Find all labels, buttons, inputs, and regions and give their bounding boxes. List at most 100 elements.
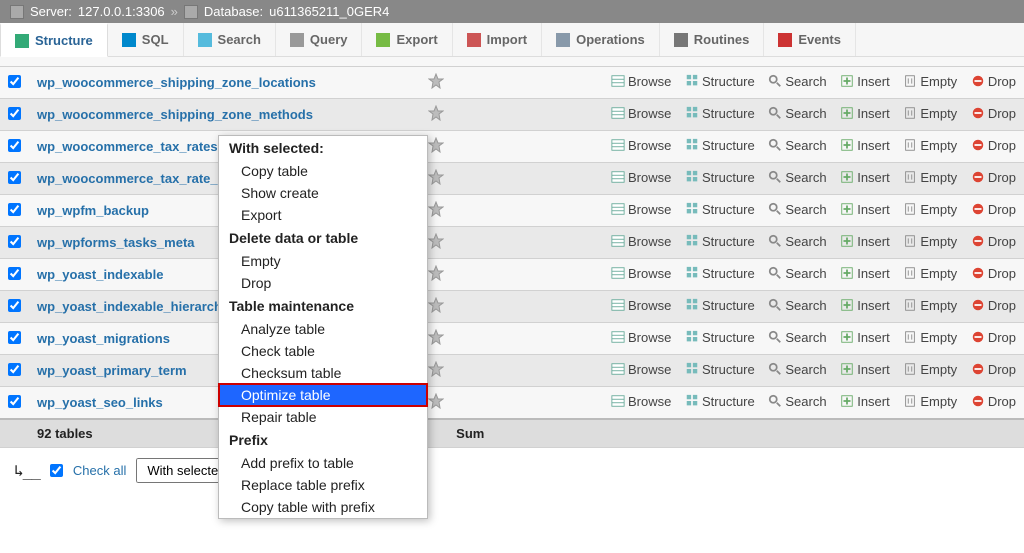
empty-action[interactable]: Empty bbox=[903, 362, 957, 377]
structure-action[interactable]: Structure bbox=[685, 106, 755, 121]
row-checkbox[interactable] bbox=[8, 331, 21, 344]
insert-action[interactable]: Insert bbox=[840, 202, 890, 217]
row-checkbox[interactable] bbox=[8, 395, 21, 408]
drop-action[interactable]: Drop bbox=[971, 234, 1016, 249]
tab-search[interactable]: Search bbox=[184, 23, 276, 56]
check-all-label[interactable]: Check all bbox=[73, 463, 126, 478]
tab-import[interactable]: Import bbox=[453, 23, 542, 56]
empty-action[interactable]: Empty bbox=[903, 394, 957, 409]
insert-action[interactable]: Insert bbox=[840, 170, 890, 185]
ctx-item-empty[interactable]: Empty bbox=[219, 250, 427, 272]
structure-action[interactable]: Structure bbox=[685, 394, 755, 409]
table-name-link[interactable]: wp_yoast_indexable_hierarchy bbox=[37, 299, 229, 314]
structure-action[interactable]: Structure bbox=[685, 170, 755, 185]
ctx-item-checksum-table[interactable]: Checksum table bbox=[219, 362, 427, 384]
structure-action[interactable]: Structure bbox=[685, 202, 755, 217]
search-action[interactable]: Search bbox=[768, 394, 826, 409]
browse-action[interactable]: Browse bbox=[611, 266, 671, 281]
structure-action[interactable]: Structure bbox=[685, 362, 755, 377]
insert-action[interactable]: Insert bbox=[840, 394, 890, 409]
search-action[interactable]: Search bbox=[768, 202, 826, 217]
ctx-item-repair-table[interactable]: Repair table bbox=[219, 406, 427, 428]
drop-action[interactable]: Drop bbox=[971, 138, 1016, 153]
search-action[interactable]: Search bbox=[768, 330, 826, 345]
favorite-star[interactable] bbox=[420, 67, 452, 99]
browse-action[interactable]: Browse bbox=[611, 330, 671, 345]
table-name-link[interactable]: wp_yoast_migrations bbox=[37, 331, 170, 346]
row-checkbox[interactable] bbox=[8, 203, 21, 216]
row-checkbox[interactable] bbox=[8, 299, 21, 312]
search-action[interactable]: Search bbox=[768, 74, 826, 89]
tab-operations[interactable]: Operations bbox=[542, 23, 660, 56]
structure-action[interactable]: Structure bbox=[685, 234, 755, 249]
empty-action[interactable]: Empty bbox=[903, 298, 957, 313]
browse-action[interactable]: Browse bbox=[611, 138, 671, 153]
tab-export[interactable]: Export bbox=[362, 23, 452, 56]
tab-query[interactable]: Query bbox=[276, 23, 363, 56]
search-action[interactable]: Search bbox=[768, 170, 826, 185]
browse-action[interactable]: Browse bbox=[611, 74, 671, 89]
drop-action[interactable]: Drop bbox=[971, 362, 1016, 377]
empty-action[interactable]: Empty bbox=[903, 330, 957, 345]
table-name-link[interactable]: wp_woocommerce_shipping_zone_locations bbox=[37, 75, 316, 90]
drop-action[interactable]: Drop bbox=[971, 330, 1016, 345]
row-checkbox[interactable] bbox=[8, 107, 21, 120]
drop-action[interactable]: Drop bbox=[971, 394, 1016, 409]
insert-action[interactable]: Insert bbox=[840, 138, 890, 153]
row-checkbox[interactable] bbox=[8, 235, 21, 248]
structure-action[interactable]: Structure bbox=[685, 138, 755, 153]
tab-sql[interactable]: SQL bbox=[108, 23, 184, 56]
row-checkbox[interactable] bbox=[8, 267, 21, 280]
drop-action[interactable]: Drop bbox=[971, 202, 1016, 217]
empty-action[interactable]: Empty bbox=[903, 106, 957, 121]
tab-events[interactable]: Events bbox=[764, 23, 856, 56]
with-selected-menu[interactable]: With selected:Copy tableShow createExpor… bbox=[218, 135, 428, 519]
browse-action[interactable]: Browse bbox=[611, 170, 671, 185]
drop-action[interactable]: Drop bbox=[971, 106, 1016, 121]
tab-routines[interactable]: Routines bbox=[660, 23, 765, 56]
search-action[interactable]: Search bbox=[768, 234, 826, 249]
browse-action[interactable]: Browse bbox=[611, 106, 671, 121]
row-checkbox[interactable] bbox=[8, 139, 21, 152]
insert-action[interactable]: Insert bbox=[840, 106, 890, 121]
empty-action[interactable]: Empty bbox=[903, 138, 957, 153]
drop-action[interactable]: Drop bbox=[971, 74, 1016, 89]
empty-action[interactable]: Empty bbox=[903, 234, 957, 249]
table-name-link[interactable]: wp_yoast_seo_links bbox=[37, 395, 163, 410]
table-name-link[interactable]: wp_yoast_primary_term bbox=[37, 363, 187, 378]
browse-action[interactable]: Browse bbox=[611, 202, 671, 217]
server-link[interactable]: 127.0.0.1:3306 bbox=[78, 4, 165, 19]
row-checkbox[interactable] bbox=[8, 171, 21, 184]
empty-action[interactable]: Empty bbox=[903, 74, 957, 89]
search-action[interactable]: Search bbox=[768, 298, 826, 313]
ctx-item-check-table[interactable]: Check table bbox=[219, 340, 427, 362]
table-name-link[interactable]: wp_wpfm_backup bbox=[37, 203, 149, 218]
ctx-item-export[interactable]: Export bbox=[219, 204, 427, 226]
search-action[interactable]: Search bbox=[768, 362, 826, 377]
structure-action[interactable]: Structure bbox=[685, 266, 755, 281]
browse-action[interactable]: Browse bbox=[611, 298, 671, 313]
ctx-item-show-create[interactable]: Show create bbox=[219, 182, 427, 204]
table-name-link[interactable]: wp_wpforms_tasks_meta bbox=[37, 235, 195, 250]
ctx-item-add-prefix-to-table[interactable]: Add prefix to table bbox=[219, 452, 427, 474]
table-name-link[interactable]: wp_yoast_indexable bbox=[37, 267, 163, 282]
structure-action[interactable]: Structure bbox=[685, 330, 755, 345]
ctx-item-copy-table-with-prefix[interactable]: Copy table with prefix bbox=[219, 496, 427, 518]
ctx-item-replace-table-prefix[interactable]: Replace table prefix bbox=[219, 474, 427, 496]
row-checkbox[interactable] bbox=[8, 363, 21, 376]
browse-action[interactable]: Browse bbox=[611, 234, 671, 249]
row-checkbox[interactable] bbox=[8, 75, 21, 88]
structure-action[interactable]: Structure bbox=[685, 74, 755, 89]
drop-action[interactable]: Drop bbox=[971, 266, 1016, 281]
table-name-link[interactable]: wp_woocommerce_tax_rates bbox=[37, 139, 218, 154]
browse-action[interactable]: Browse bbox=[611, 394, 671, 409]
insert-action[interactable]: Insert bbox=[840, 298, 890, 313]
search-action[interactable]: Search bbox=[768, 138, 826, 153]
search-action[interactable]: Search bbox=[768, 266, 826, 281]
ctx-item-analyze-table[interactable]: Analyze table bbox=[219, 318, 427, 340]
insert-action[interactable]: Insert bbox=[840, 362, 890, 377]
structure-action[interactable]: Structure bbox=[685, 298, 755, 313]
table-name-link[interactable]: wp_woocommerce_shipping_zone_methods bbox=[37, 107, 313, 122]
tab-structure[interactable]: Structure bbox=[0, 23, 108, 57]
ctx-item-copy-table[interactable]: Copy table bbox=[219, 160, 427, 182]
